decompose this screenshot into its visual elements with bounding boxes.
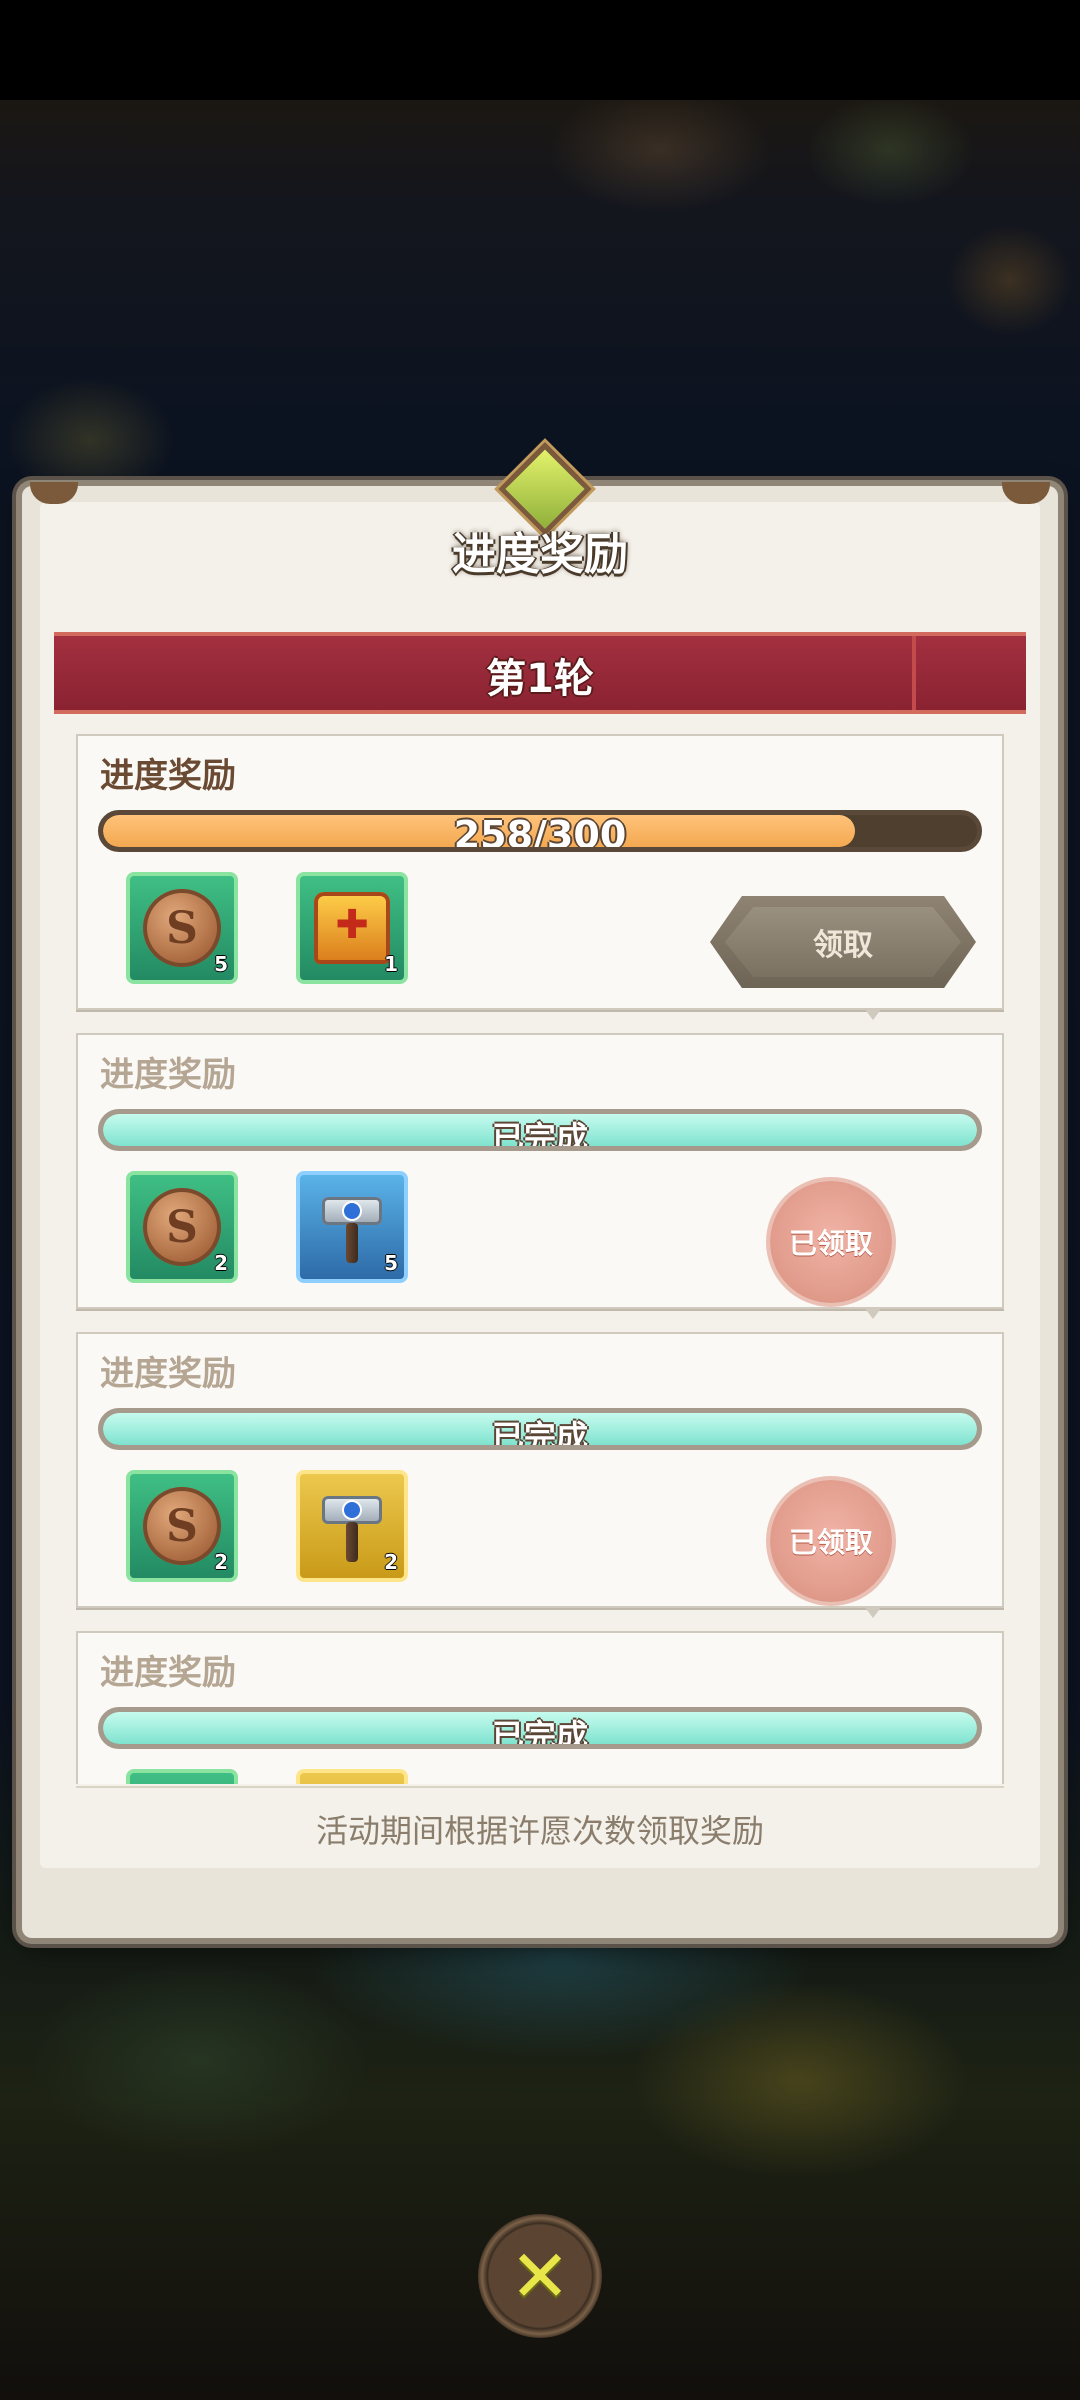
item-count: 5 [384, 1251, 398, 1275]
progress-text: 已完成 [491, 1418, 588, 1450]
progress-text: 已完成 [491, 1119, 588, 1151]
card-notch [864, 1008, 882, 1020]
treasure-chest-icon [314, 892, 390, 964]
reward-card-title: 进度奖励 [100, 1055, 236, 1095]
blue-hammer-icon [316, 1189, 388, 1265]
claim-button[interactable]: 领取 [710, 896, 976, 988]
card-notch [864, 1307, 882, 1319]
reward-item-partial[interactable] [296, 1769, 408, 1784]
reward-item-dragon-coin[interactable]: 2 [126, 1470, 238, 1582]
reward-item-dragon-coin[interactable]: 2 [126, 1171, 238, 1283]
close-button[interactable]: ✕ [478, 2214, 602, 2338]
dragon-coin-icon [143, 1188, 221, 1266]
dialog-title: 进度奖励 [452, 529, 628, 580]
status-bar-area [0, 0, 1080, 100]
footer-hint: 活动期间根据许愿次数领取奖励 [315, 1812, 764, 1850]
progress-bar: 258/300 [98, 810, 982, 852]
reward-card-title: 进度奖励 [100, 1354, 236, 1394]
dragon-coin-icon [143, 1487, 221, 1565]
reward-item-gold-hammer[interactable]: 2 [296, 1470, 408, 1582]
reward-item-treasure-chest[interactable]: 1 [296, 872, 408, 984]
gold-hammer-icon [316, 1488, 388, 1564]
progress-text: 已完成 [491, 1717, 588, 1749]
claim-button-label: 领取 [725, 907, 961, 977]
item-count: 1 [384, 952, 398, 976]
progress-text: 258/300 [453, 813, 627, 852]
claimed-stamp: 已领取 [770, 1480, 892, 1602]
progress-bar: 已完成 [98, 1408, 982, 1450]
round-banner: 第1轮 [54, 632, 1026, 714]
reward-item-dragon-coin[interactable]: 5 [126, 872, 238, 984]
card-notch [864, 1606, 882, 1618]
round-title: 第1轮 [486, 656, 594, 702]
reward-card: 进度奖励 已完成 2 5 已领取 [76, 1033, 1004, 1319]
reward-card-title: 进度奖励 [100, 756, 236, 796]
item-count: 2 [214, 1550, 228, 1574]
footer-divider [76, 1786, 1004, 1788]
reward-card: 进度奖励 已完成 [76, 1631, 1004, 1784]
reward-card: 进度奖励 258/300 5 1 领取 [76, 734, 1004, 1020]
reward-item-dragon-coin[interactable] [126, 1769, 238, 1784]
claimed-stamp: 已领取 [770, 1181, 892, 1303]
item-count: 2 [214, 1251, 228, 1275]
reward-card: 进度奖励 已完成 2 2 已领取 [76, 1332, 1004, 1618]
item-count: 5 [214, 952, 228, 976]
reward-card-title: 进度奖励 [100, 1653, 236, 1693]
progress-bar: 已完成 [98, 1707, 982, 1749]
reward-item-blue-hammer[interactable]: 5 [296, 1171, 408, 1283]
dragon-coin-icon [143, 889, 221, 967]
progress-bar: 已完成 [98, 1109, 982, 1151]
item-count: 2 [384, 1550, 398, 1574]
close-x-icon: ✕ [509, 2234, 571, 2318]
reward-list[interactable]: 进度奖励 258/300 5 1 领取 进度奖励 已完成 2 [76, 734, 1004, 1784]
